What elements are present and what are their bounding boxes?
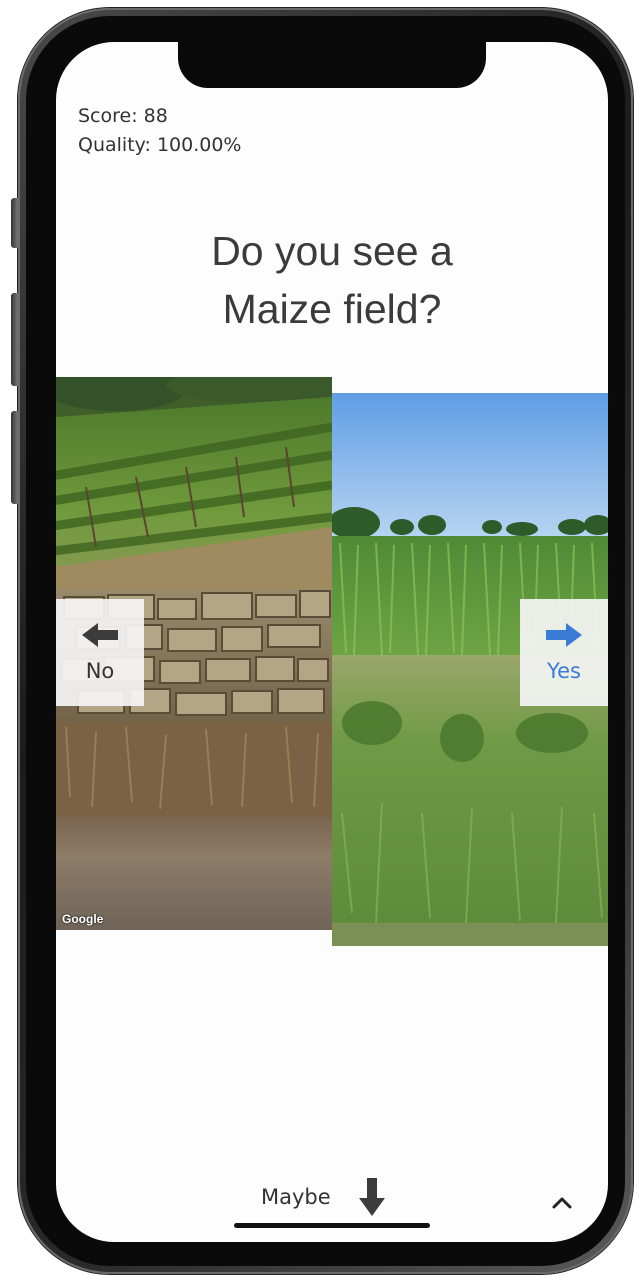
question-line-2: Maize field? — [222, 286, 442, 332]
arrow-down-icon — [358, 1178, 385, 1216]
chevron-up-icon — [552, 1197, 572, 1209]
no-button[interactable]: No — [56, 599, 144, 706]
score-text: Score: 88 — [78, 105, 168, 127]
expand-button[interactable] — [546, 1190, 578, 1214]
mute-switch — [11, 198, 18, 248]
no-button-label: No — [85, 658, 115, 683]
home-indicator[interactable] — [234, 1223, 430, 1228]
yes-button-label: Yes — [547, 658, 581, 683]
volume-down-button — [11, 411, 18, 504]
stats-panel: Score: 88 Quality: 100.00% — [78, 102, 242, 160]
google-attribution: Google — [62, 912, 104, 926]
question-heading: Do you see a Maize field? — [56, 222, 608, 338]
app-screen: Score: 88 Quality: 100.00% Do you see a … — [56, 42, 608, 1242]
yes-button[interactable]: Yes — [520, 599, 608, 706]
arrow-left-icon — [82, 622, 118, 647]
volume-up-button — [11, 293, 18, 386]
notch — [178, 42, 486, 88]
arrow-right-icon — [546, 622, 582, 647]
question-line-1: Do you see a — [211, 228, 453, 274]
quality-text: Quality: 100.00% — [78, 134, 242, 156]
maybe-button-label: Maybe — [261, 1185, 331, 1209]
maybe-button[interactable]: Maybe — [261, 1176, 385, 1218]
